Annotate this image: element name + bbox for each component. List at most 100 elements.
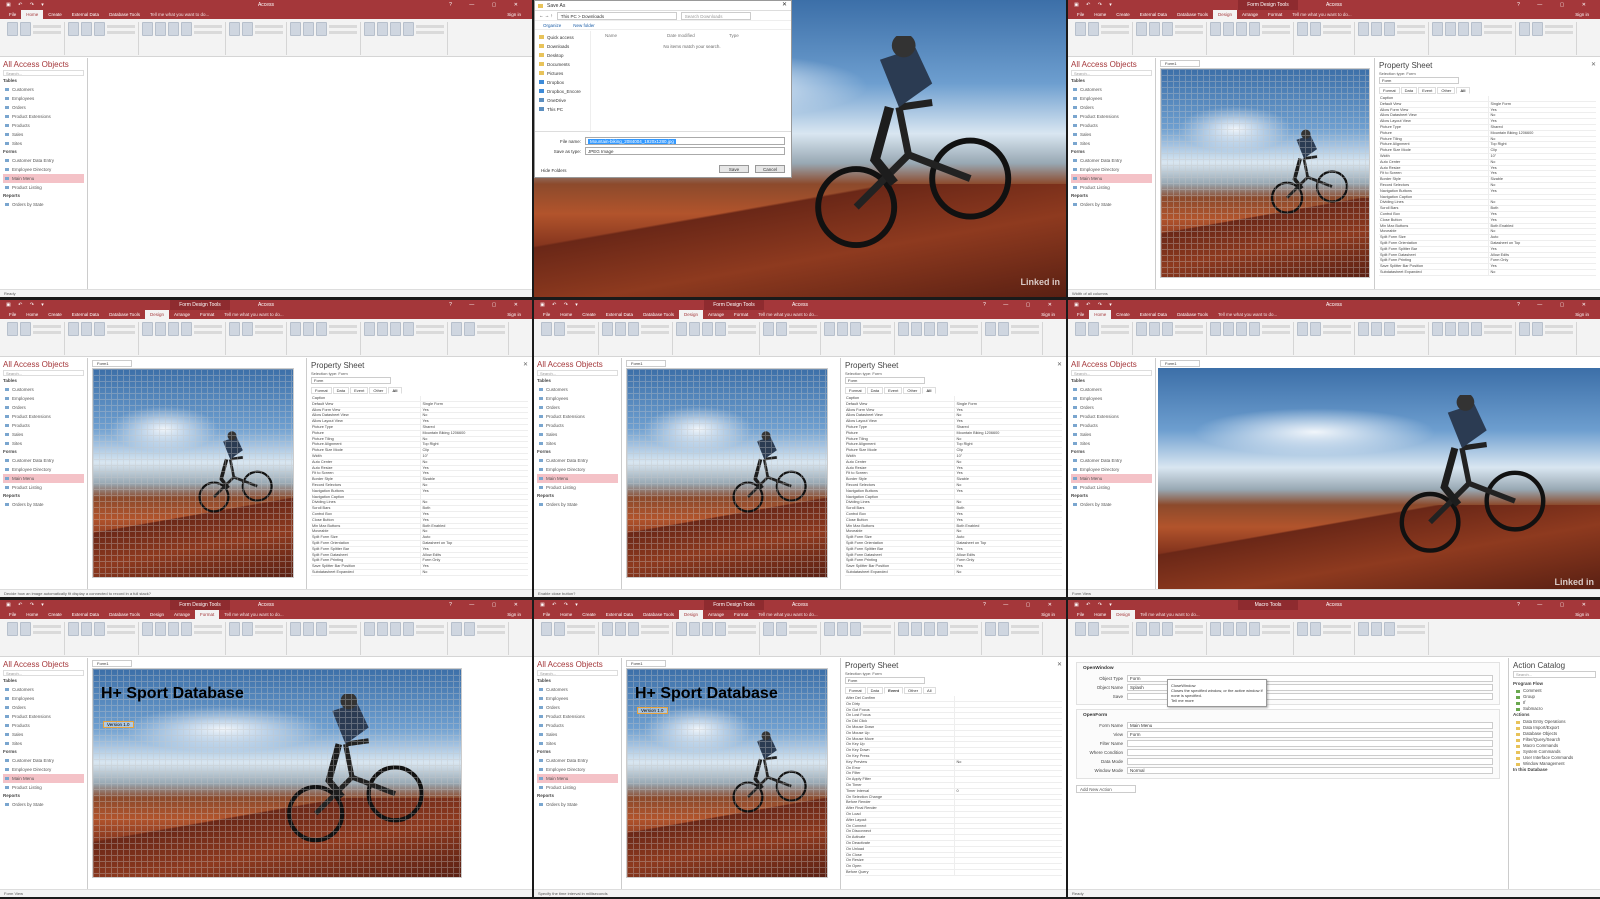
ribbon-button[interactable]: [1297, 622, 1308, 636]
ribbon-button[interactable]: [451, 322, 462, 336]
ribbon-button[interactable]: [1149, 22, 1160, 36]
property-value[interactable]: [953, 753, 1063, 759]
property-value[interactable]: Yes: [1487, 165, 1597, 171]
ribbon-button[interactable]: [390, 22, 401, 36]
tab-file[interactable]: File: [538, 310, 555, 319]
sign-in-link[interactable]: Sign in: [1570, 610, 1594, 619]
ribbon-button[interactable]: [364, 622, 375, 636]
nav-form-item[interactable]: Customer Data Entry: [3, 456, 84, 465]
nav-section-reports[interactable]: Reports: [1071, 493, 1152, 500]
tab-dbtools[interactable]: Database Tools: [104, 10, 145, 19]
sign-in-link[interactable]: Sign in: [1036, 610, 1060, 619]
property-value[interactable]: No: [953, 759, 1063, 765]
nav-table-item[interactable]: Sites: [537, 739, 618, 748]
file-name-input[interactable]: Mountain-biking_2084004_1920x1280.jpg: [585, 137, 785, 145]
tab-format[interactable]: Format: [1263, 10, 1287, 19]
property-value[interactable]: Form Only: [419, 558, 529, 564]
ribbon-button[interactable]: [1445, 22, 1456, 36]
tab-home[interactable]: Home: [21, 10, 44, 19]
property-value[interactable]: Single Form: [1487, 101, 1597, 107]
version-label[interactable]: Version 1.0: [103, 721, 134, 728]
property-value[interactable]: No: [953, 413, 1063, 419]
ribbon-button[interactable]: [837, 622, 848, 636]
nav-table-item[interactable]: Sales: [3, 730, 84, 739]
tab-arrange[interactable]: Arrange: [169, 610, 195, 619]
nav-form-item[interactable]: Main Menu: [3, 174, 84, 183]
property-value[interactable]: Yes: [1487, 188, 1597, 194]
view-field[interactable]: Form: [1127, 731, 1493, 738]
ribbon-button[interactable]: [7, 322, 18, 336]
nav-section-forms[interactable]: Forms: [1071, 449, 1152, 456]
ribbon-button[interactable]: [303, 322, 314, 336]
document-tab[interactable]: Form1: [92, 660, 132, 667]
tab-format[interactable]: Format: [845, 387, 866, 394]
ribbon-button[interactable]: [1210, 622, 1221, 636]
property-value[interactable]: Sizable: [419, 477, 529, 482]
tab-design[interactable]: Design: [1213, 10, 1238, 19]
ribbon-button[interactable]: [1297, 322, 1308, 336]
ribbon-button[interactable]: [998, 322, 1009, 336]
nav-report-item[interactable]: Orders by State: [1071, 500, 1152, 509]
ribbon-button[interactable]: [898, 322, 909, 336]
property-value[interactable]: [953, 748, 1063, 753]
ribbon-button[interactable]: [94, 22, 105, 36]
tab-file[interactable]: File: [1072, 610, 1089, 619]
property-value[interactable]: No: [419, 436, 529, 442]
window-controls[interactable]: ? — ▢ ✕: [449, 302, 526, 308]
nav-form-item[interactable]: Product Listing: [1071, 483, 1152, 492]
nav-table-item[interactable]: Sales: [1071, 130, 1152, 139]
nav-section-reports[interactable]: Reports: [3, 793, 84, 800]
ribbon-button[interactable]: [1458, 322, 1469, 336]
property-value[interactable]: Yes: [953, 488, 1063, 494]
sign-in-link[interactable]: Sign in: [1036, 310, 1060, 319]
tab-format[interactable]: Format: [845, 687, 866, 694]
property-value[interactable]: [953, 817, 1063, 823]
nav-form-item[interactable]: Main Menu: [3, 774, 84, 783]
ribbon-button[interactable]: [715, 622, 726, 636]
ribbon-button[interactable]: [403, 322, 414, 336]
nav-table-item[interactable]: Sites: [1071, 439, 1152, 448]
property-value[interactable]: Allow Edits: [953, 552, 1063, 558]
version-label[interactable]: Version 1.0: [637, 707, 668, 714]
ribbon-button[interactable]: [316, 322, 327, 336]
nav-section-forms[interactable]: Forms: [3, 149, 84, 156]
ribbon-button[interactable]: [142, 322, 153, 336]
property-value[interactable]: Yes: [1487, 264, 1597, 269]
cancel-button[interactable]: Cancel: [755, 165, 785, 173]
nav-search-input[interactable]: Search...: [1071, 370, 1152, 376]
column-type[interactable]: Type: [729, 31, 791, 40]
object-selector[interactable]: Form: [311, 377, 391, 384]
nav-section-forms[interactable]: Forms: [1071, 149, 1152, 156]
property-value[interactable]: Yes: [419, 517, 529, 523]
ribbon-button[interactable]: [242, 22, 253, 36]
nav-form-item[interactable]: Employee Directory: [3, 765, 84, 774]
sign-in-link[interactable]: Sign in: [502, 10, 526, 19]
ribbon-button[interactable]: [1162, 322, 1173, 336]
property-value[interactable]: Yes: [953, 564, 1063, 569]
tab-arrange[interactable]: Arrange: [1237, 10, 1263, 19]
tab-create[interactable]: Create: [577, 310, 601, 319]
ribbon-button[interactable]: [998, 622, 1009, 636]
property-row[interactable]: Subdatasheet Expanded No: [1379, 269, 1596, 276]
ribbon-button[interactable]: [81, 22, 92, 36]
ribbon-button[interactable]: [1223, 622, 1234, 636]
ribbon-button[interactable]: [1310, 322, 1321, 336]
nav-form-item[interactable]: Customer Data Entry: [537, 756, 618, 765]
tab-home[interactable]: Home: [1089, 610, 1111, 619]
nav-table-item[interactable]: Customers: [537, 685, 618, 694]
nav-report-item[interactable]: Orders by State: [3, 200, 84, 209]
property-row[interactable]: Subdatasheet Expanded No: [845, 569, 1062, 576]
close-icon[interactable]: ✕: [1057, 361, 1062, 368]
ribbon-button[interactable]: [837, 322, 848, 336]
property-value[interactable]: [419, 396, 529, 401]
ribbon-button[interactable]: [68, 322, 79, 336]
nav-pane-title[interactable]: All Access Objects: [537, 660, 618, 670]
property-value[interactable]: Sizable: [953, 477, 1063, 482]
nav-report-item[interactable]: Orders by State: [3, 800, 84, 809]
tab-dbtools[interactable]: Database Tools: [638, 610, 679, 619]
tab-external[interactable]: External Data: [67, 310, 104, 319]
ribbon-button[interactable]: [94, 622, 105, 636]
property-value[interactable]: Yes: [953, 517, 1063, 523]
tab-file[interactable]: File: [4, 310, 21, 319]
ribbon-button[interactable]: [541, 322, 552, 336]
